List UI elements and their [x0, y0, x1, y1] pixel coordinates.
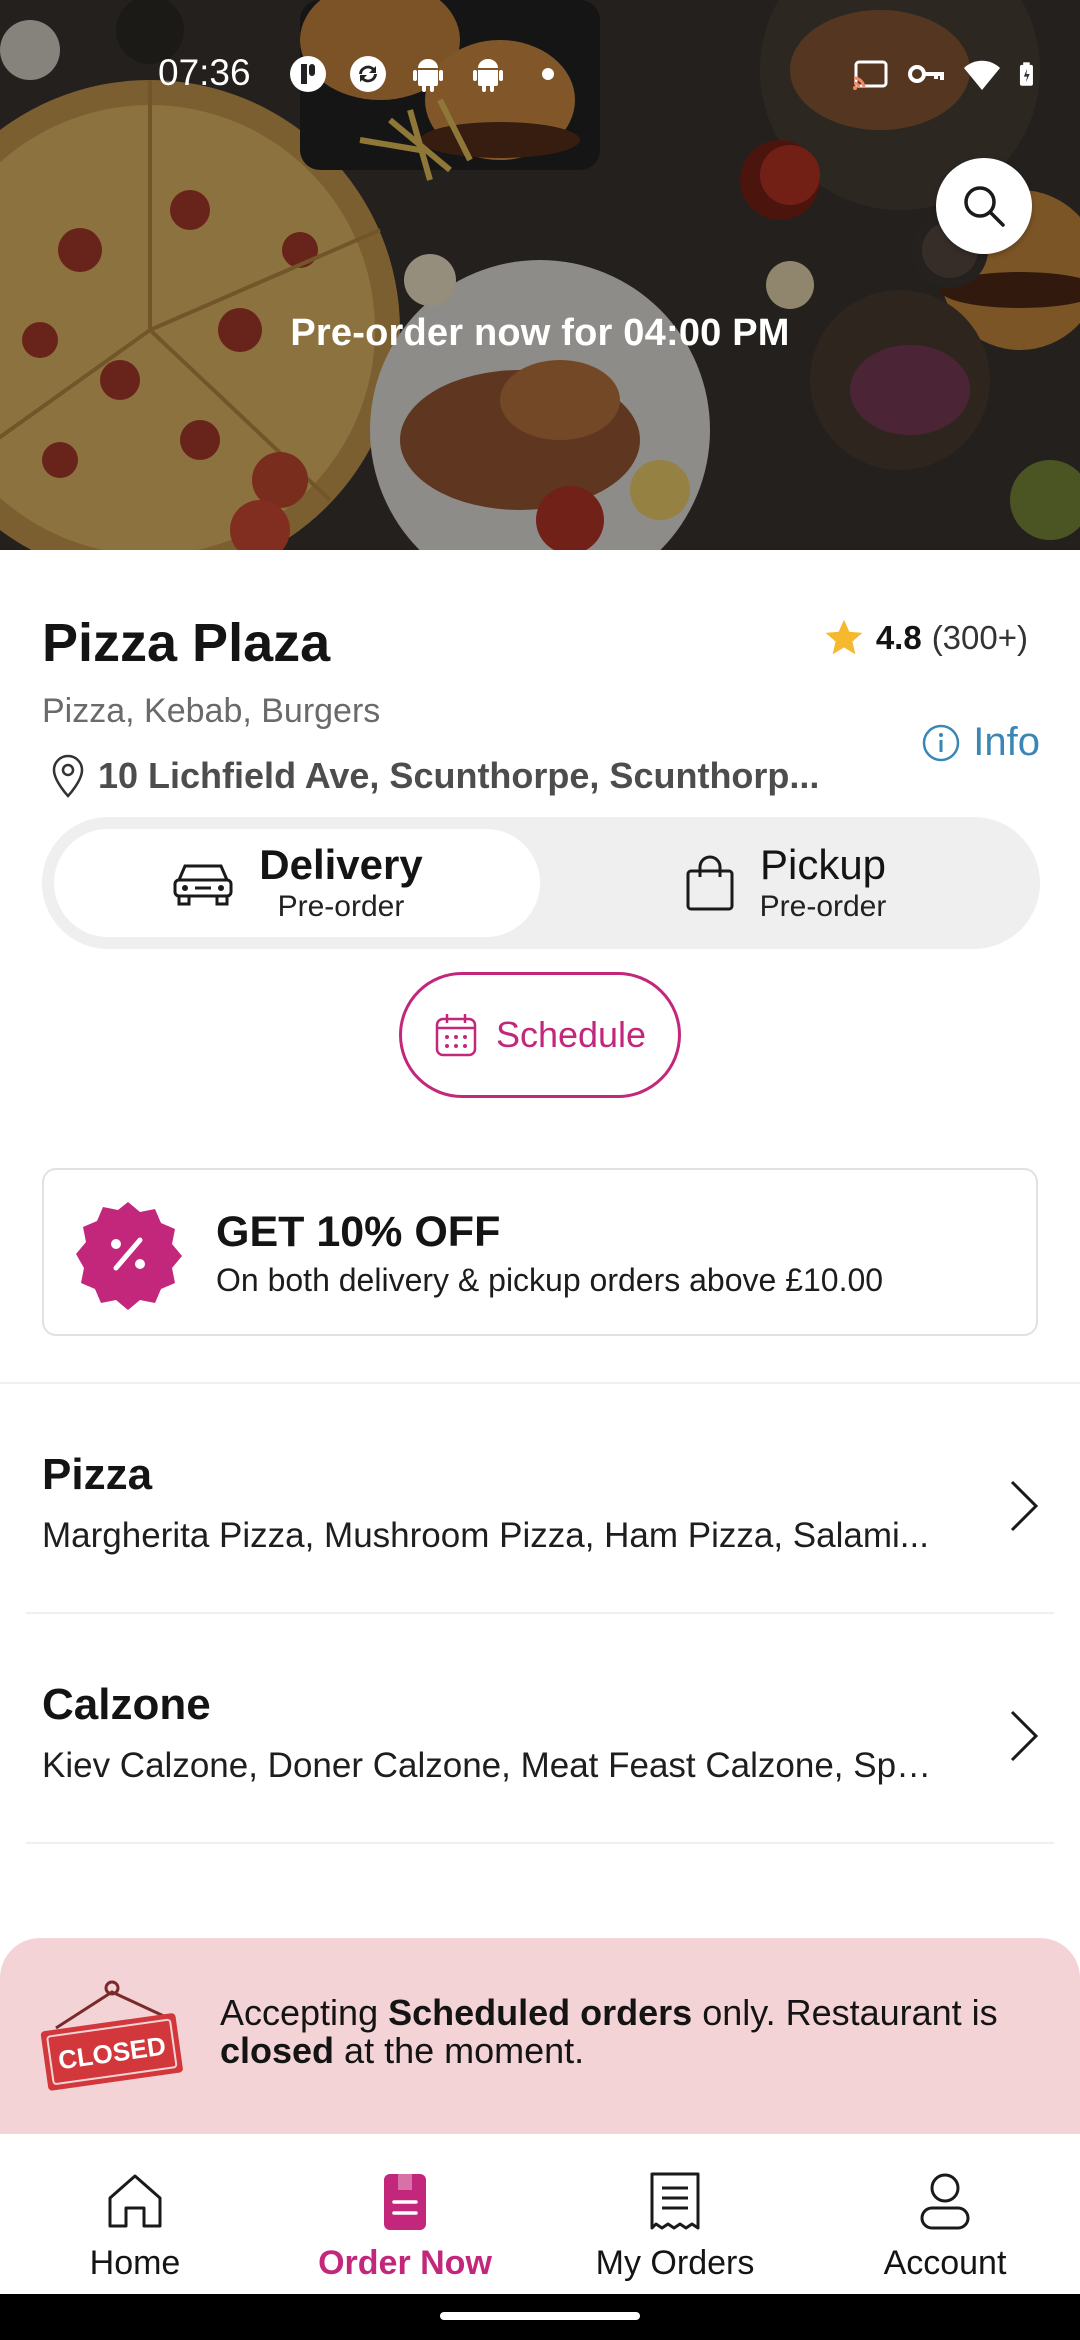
nav-label: Order Now: [318, 2244, 492, 2282]
nav-label: My Orders: [595, 2244, 755, 2282]
person-icon: [920, 2173, 970, 2230]
category-title: Calzone: [42, 1680, 211, 1729]
search-button[interactable]: [936, 158, 1032, 254]
promo-title: GET 10% OFF: [216, 1208, 501, 1256]
restaurant-rating: 4.8 (300+): [822, 616, 1028, 660]
hero-banner: Pre-order now for 04:00 PM 07:36: [0, 0, 1080, 550]
order-mode-toggle: Delivery Pre-order Pickup Pre-order: [42, 817, 1040, 949]
delivery-label: Delivery: [259, 841, 423, 888]
rating-value: 4.8: [875, 619, 922, 656]
car-icon: [173, 864, 233, 906]
category-title: Pizza: [42, 1450, 153, 1499]
android-icon: [413, 59, 443, 92]
row-divider: [26, 1842, 1054, 1844]
pickup-sublabel: Pre-order: [759, 890, 887, 923]
nav-label: Home: [89, 2244, 181, 2282]
calendar-icon: [435, 1014, 477, 1057]
order-book-icon: [384, 2174, 426, 2230]
wifi-icon: [964, 60, 1000, 90]
receipt-icon: [650, 2172, 700, 2230]
sync-icon: [350, 56, 386, 92]
category-row-pizza[interactable]: Pizza Margherita Pizza, Mushroom Pizza, …: [0, 1384, 1080, 1614]
bottom-navigation: Home Order Now My Orders Account: [0, 2134, 1080, 2294]
status-bar: 07:36: [0, 0, 1080, 150]
discount-banner[interactable]: GET 10% OFF On both delivery & pickup or…: [42, 1168, 1038, 1336]
nav-item-home[interactable]: Home: [0, 2134, 270, 2294]
restaurant-name: Pizza Plaza: [42, 613, 331, 673]
rating-count: (300+): [931, 619, 1028, 656]
closed-sign-icon: CLOSED: [40, 1980, 183, 2091]
nav-item-account[interactable]: Account: [810, 2134, 1080, 2294]
category-items: Margherita Pizza, Mushroom Pizza, Ham Pi…: [42, 1516, 929, 1555]
status-system-icons: [850, 54, 1044, 94]
pickup-label: Pickup: [759, 841, 887, 888]
preorder-headline: Pre-order now for 04:00 PM: [290, 312, 790, 354]
closed-text-emphasis: closed: [220, 2030, 335, 2071]
chevron-right-icon: [1010, 1480, 1039, 1532]
dot-icon: [542, 68, 554, 80]
star-icon: [825, 619, 863, 655]
cast-icon: [853, 60, 888, 90]
vpn-key-icon: [908, 65, 944, 83]
category-row-calzone[interactable]: Calzone Kiev Calzone, Doner Calzone, Mea…: [0, 1614, 1080, 1844]
shopping-bag-icon: [686, 855, 734, 911]
android-icon: [473, 59, 503, 92]
info-button[interactable]: Info: [921, 720, 1040, 765]
info-label: Info: [973, 720, 1040, 764]
nav-item-my-orders[interactable]: My Orders: [540, 2134, 810, 2294]
nav-label: Account: [883, 2244, 1007, 2282]
closed-notice-banner: CLOSED Accepting Scheduled orders only. …: [0, 1938, 1080, 2134]
pickup-option[interactable]: Pickup Pre-order: [542, 829, 1028, 937]
schedule-button[interactable]: Schedule: [399, 972, 681, 1098]
cuisine-list: Pizza, Kebab, Burgers: [42, 692, 381, 730]
restaurant-address: 10 Lichfield Ave, Scunthorpe, Scunthorp.…: [48, 752, 819, 800]
status-time: 07:36: [158, 52, 251, 93]
schedule-label: Schedule: [495, 1014, 647, 1055]
closed-text-part: only. Restaurant is: [692, 1992, 998, 2033]
delivery-sublabel: Pre-order: [277, 890, 405, 923]
search-icon: [964, 186, 1005, 227]
closed-text-part: Accepting: [220, 1992, 389, 2033]
info-icon: [923, 724, 960, 761]
gesture-handle[interactable]: [440, 2312, 640, 2320]
app-notification-icon: [290, 56, 326, 92]
category-items: Kiev Calzone, Doner Calzone, Meat Feast …: [42, 1746, 942, 1785]
home-icon: [108, 2174, 162, 2228]
chevron-right-icon: [1010, 1710, 1039, 1762]
closed-text-emphasis: Scheduled orders: [388, 1992, 693, 2033]
discount-badge-icon: [76, 1202, 182, 1310]
closed-text-part: at the moment.: [334, 2030, 585, 2071]
location-pin-icon: [52, 754, 84, 798]
address-text: 10 Lichfield Ave, Scunthorpe, Scunthorp.…: [98, 755, 820, 796]
status-notification-icons: [288, 54, 568, 94]
nav-item-order-now[interactable]: Order Now: [270, 2134, 540, 2294]
promo-subtitle: On both delivery & pickup orders above £…: [216, 1262, 884, 1298]
system-gesture-bar: [0, 2294, 1080, 2340]
battery-charging-icon: [1019, 62, 1033, 86]
closed-notice-text: Accepting Scheduled orders only. Restaur…: [220, 1994, 1040, 2070]
delivery-option[interactable]: Delivery Pre-order: [54, 829, 540, 937]
